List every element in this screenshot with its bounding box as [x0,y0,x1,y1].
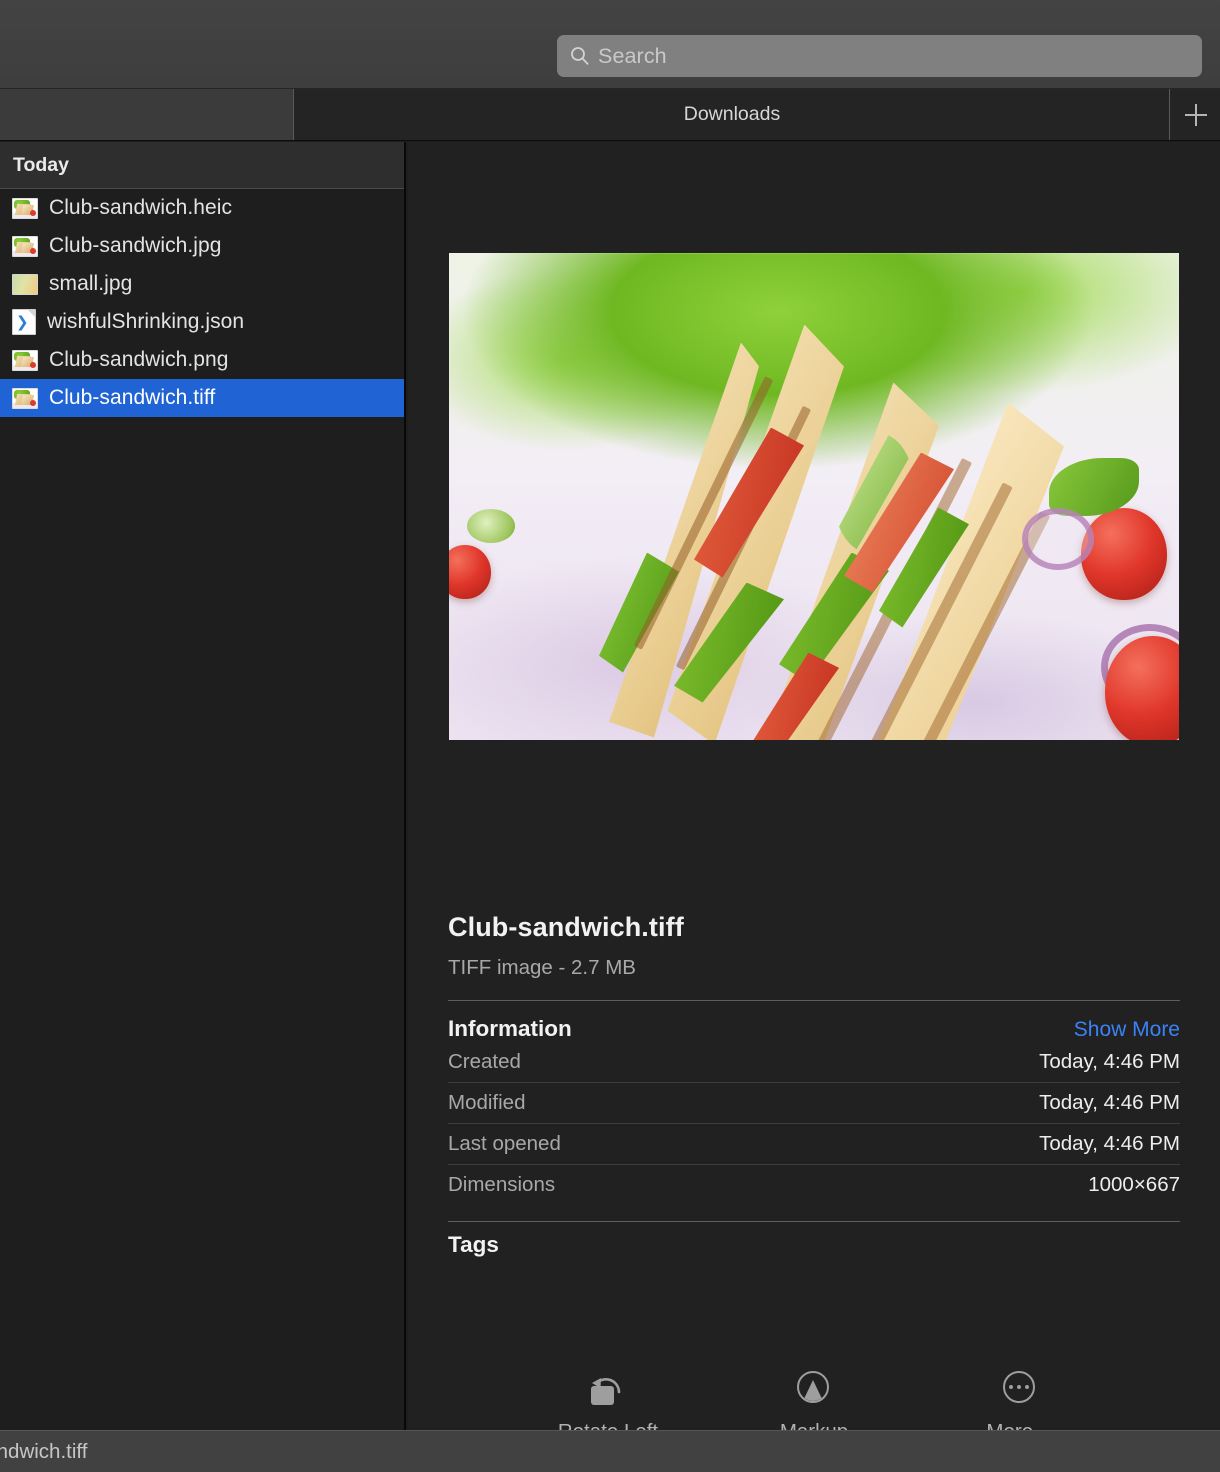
information-title: Information [448,1016,572,1041]
image-thumbnail-icon [12,349,38,371]
plus-icon [1184,103,1207,126]
list-item-label: wishfulShrinking.json [47,310,245,333]
list-item[interactable]: Club-sandwich.jpg [0,227,404,265]
tab-downloads[interactable]: Downloads [295,89,1170,140]
list-item-label: small.jpg [49,272,133,295]
search-icon [570,46,589,65]
more-ellipsis-icon [1000,1370,1040,1407]
image-thumbnail-icon [12,387,38,409]
sidebar-group-label: Today [13,153,69,176]
tags-title: Tags [448,1232,499,1257]
list-item-selected[interactable]: Club-sandwich.tiff [0,379,404,417]
table-row: Modified Today, 4:46 PM [448,1083,1180,1124]
file-subtitle: TIFF image - 2.7 MB [448,956,636,979]
markup-icon [794,1370,834,1407]
status-bar: Club-sandwich.tiff [0,1430,1220,1472]
image-thumbnail-icon [12,197,38,219]
information-header: Information Show More [448,1016,1180,1042]
titlebar: Search [0,0,1220,89]
vscode-document-icon: ❯ [12,309,36,335]
list-item-label: Club-sandwich.heic [49,196,232,219]
list-item-label: Club-sandwich.tiff [49,386,216,409]
show-more-link[interactable]: Show More [1074,1018,1180,1042]
divider [448,1221,1180,1222]
file-list: Club-sandwich.heic Club-sandwich.jpg sma… [0,189,404,417]
info-value: Today, 4:46 PM [1039,1132,1180,1155]
table-row: Created Today, 4:46 PM [448,1042,1180,1083]
list-item[interactable]: ❯ wishfulShrinking.json [0,303,404,341]
tab-downloads-label: Downloads [683,103,781,125]
search-input[interactable]: Search [557,35,1202,77]
search-placeholder: Search [598,43,667,68]
image-thumbnail-icon [12,235,38,257]
list-item-label: Club-sandwich.png [49,348,229,371]
info-label: Last opened [448,1132,561,1155]
table-row: Dimensions 1000×667 [448,1165,1180,1205]
page-title: Club-sandwich.tiff [448,912,684,942]
rotate-left-icon [588,1371,628,1407]
sidebar-file-list[interactable]: Today Club-sandwich.heic Club-sandwich.j… [0,142,406,1430]
image-gradient-thumbnail-icon [12,273,38,295]
info-label: Created [448,1050,521,1073]
information-section: Club-sandwich.tiff TIFF image - 2.7 MB I… [448,912,1180,1258]
info-label: Dimensions [448,1173,556,1196]
preview-window: Search Downloads Today Club-sandwich.hei… [0,0,1220,1472]
info-value: Today, 4:46 PM [1039,1050,1180,1073]
info-label: Modified [448,1091,526,1114]
tab-inactive-area[interactable] [0,89,294,140]
list-item[interactable]: Club-sandwich.png [0,341,404,379]
list-item[interactable]: small.jpg [0,265,404,303]
image-preview[interactable] [449,252,1179,740]
list-item-label: Club-sandwich.jpg [49,234,222,257]
add-tab-button[interactable] [1171,89,1220,140]
status-filename: Club-sandwich.tiff [0,1439,88,1463]
list-item[interactable]: Club-sandwich.heic [0,189,404,227]
info-value: Today, 4:46 PM [1039,1091,1180,1114]
info-value: 1000×667 [1088,1173,1180,1196]
tab-bar: Downloads [0,89,1220,141]
table-row: Last opened Today, 4:46 PM [448,1124,1180,1165]
detail-pane: Club-sandwich.tiff TIFF image - 2.7 MB I… [408,142,1220,1430]
preview-area [408,142,1220,912]
divider [448,1000,1180,1001]
sidebar-group-header: Today [0,142,404,189]
